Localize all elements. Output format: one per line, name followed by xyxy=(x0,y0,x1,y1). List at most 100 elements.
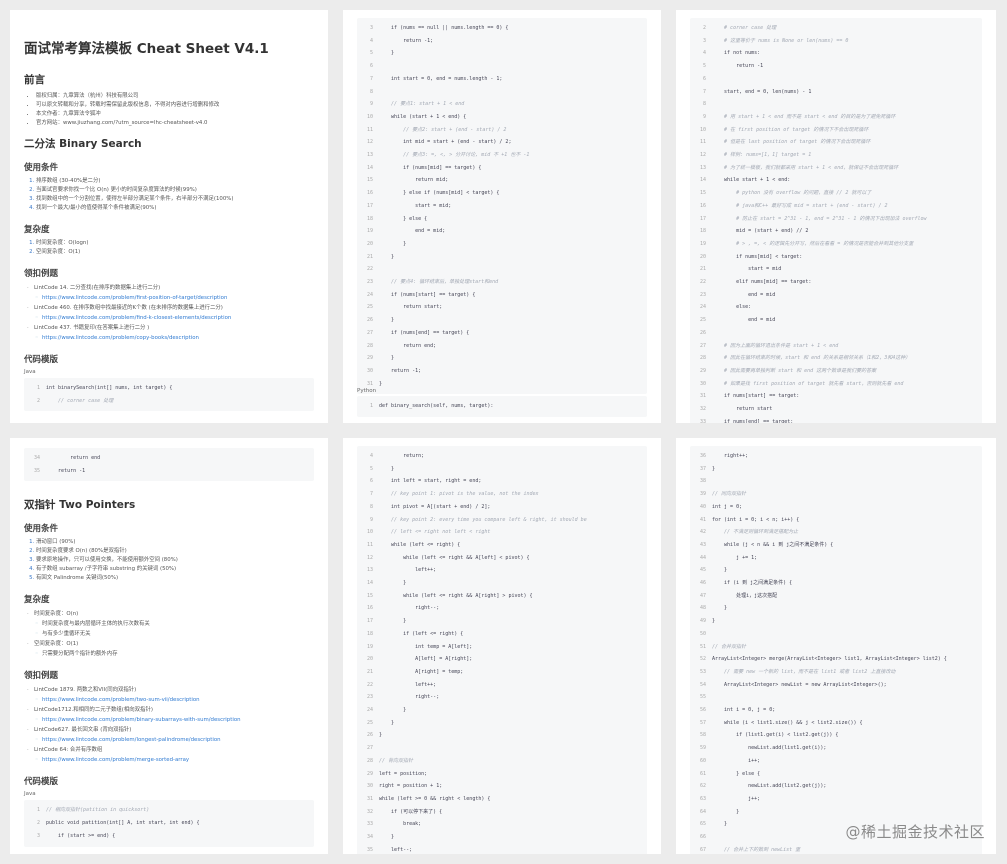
page-6: 36 right++; 37} 38 39// 同向双指针 40 int j = 0; 41… xyxy=(676,438,996,854)
line-number: 22 xyxy=(699,279,706,286)
code-line: 35 left--; xyxy=(357,844,647,854)
code-text: newList.add(list1.get(i)); xyxy=(712,745,827,752)
usage-heading: 使用条件 xyxy=(24,524,59,535)
code-text: j += 1; xyxy=(712,554,758,561)
code-line: 4 return -1; xyxy=(357,35,647,48)
example-link[interactable]: https://www.lintcode.com/problem/binary-… xyxy=(34,715,314,725)
code-line: 54 ArrayList<Integer> newList = new Arra… xyxy=(690,679,982,692)
line-number: 64 xyxy=(699,808,706,815)
code-line: 4 if not nums: xyxy=(690,47,982,60)
code-text: right++; xyxy=(712,453,749,459)
examples-list: LintCode 1879. 两数之和VII(同向双指针) https://ww… xyxy=(24,685,314,765)
example-link[interactable]: https://www.lintcode.com/problem/find-k-… xyxy=(34,313,314,323)
line-number: 27 xyxy=(699,342,706,349)
examples-list: LintCode 14. 二分查找(在排序的数据集上进行二分) https://… xyxy=(24,283,314,343)
line-number: 4 xyxy=(369,453,373,459)
code-line: 36 right++; xyxy=(690,450,982,463)
code-line: 6 int left = start, right = end; xyxy=(357,475,647,488)
code-line: 15 # python 没有 overflow 的问题，直接 // 2 就可以了 xyxy=(690,187,982,200)
line-number: 28 xyxy=(366,342,373,349)
code-text: } else { xyxy=(712,770,761,777)
example-item: LintCode1712.和相同的二元子数组(相向双指针) xyxy=(27,705,314,715)
line-number: 50 xyxy=(699,630,706,637)
code-text: while (i < list1.size() && j < list2.siz… xyxy=(712,719,863,726)
code-line: 17 # 防止在 start = 2^31 - 1, end = 2^31 - … xyxy=(690,213,982,226)
code-line: 34 return end xyxy=(24,452,314,465)
line-number: 30 xyxy=(366,367,373,374)
usage-item: 要求原地操作，只可以使用交换，不能使用额外空间 (80%) xyxy=(36,556,314,565)
line-number: 55 xyxy=(699,694,706,701)
line-number: 52 xyxy=(699,656,706,663)
line-number: 39 xyxy=(699,491,706,498)
code-line: 63 j++; xyxy=(690,793,982,806)
line-number: 34 xyxy=(33,455,40,461)
code-text: if (可以停下来了) { xyxy=(379,808,443,815)
code-text: // left <= right not left < right xyxy=(379,529,491,536)
code-text: right = position + 1; xyxy=(379,783,443,790)
example-link[interactable]: https://www.lintcode.com/problem/longest… xyxy=(34,735,314,745)
line-number: 14 xyxy=(366,580,373,587)
line-number: 21 xyxy=(366,253,373,260)
code-text: while (left <= right) { xyxy=(379,541,461,548)
example-link[interactable]: https://www.lintcode.com/problem/merge-s… xyxy=(34,755,314,765)
preface-website-link[interactable]: 官方网站：www.jiuzhang.com/?utm_source=lhc-ch… xyxy=(36,119,314,128)
code-line: 19 # > , =, < 的逻辑先分开写，然后在看看 = 的情况是否能合并到其… xyxy=(690,238,982,251)
code-text: if (list1.get(i) < list2.get(j)) { xyxy=(712,732,839,739)
line-number: 6 xyxy=(369,63,373,70)
line-number: 32 xyxy=(699,406,706,413)
example-link[interactable]: https://www.lintcode.com/problem/first-p… xyxy=(34,293,314,303)
code-line: 27 # 因为上面的循环退出条件是 start + 1 < end xyxy=(690,340,982,353)
code-line: 20 } xyxy=(357,238,647,251)
code-line: 11 while (left <= right) { xyxy=(357,539,647,552)
code-line: 8 xyxy=(690,98,982,111)
preface-line: 可以原文转载和分享，转载时需保留此版权信息，不得对内容进行增删和修改 xyxy=(36,101,314,110)
preface-line: 本文作者：九章算法令狐冲 xyxy=(36,110,314,119)
line-number: 17 xyxy=(699,215,706,222)
line-number: 1 xyxy=(36,807,40,814)
line-number: 9 xyxy=(702,113,706,120)
page-2: 3 if (nums == null || nums.length == 0) … xyxy=(343,10,661,423)
code-line: 20 if nums[mid] < target: xyxy=(690,251,982,264)
line-number: 13 xyxy=(366,152,373,159)
line-number: 10 xyxy=(699,126,706,133)
example-item: LintCode 460. 在排序数组中找最接近的K个数 (在未排序的数据集上进… xyxy=(27,303,314,313)
examples-heading: 领扣例题 xyxy=(24,269,59,279)
code-line: 41 for (int i = 0; i < n; i++) { xyxy=(690,514,982,527)
code-line: 2 // corner case 处理 xyxy=(24,395,314,408)
code-text: } xyxy=(379,707,407,714)
code-text: } xyxy=(379,355,395,362)
line-number: 2 xyxy=(36,397,40,404)
code-text: return -1; xyxy=(379,367,422,374)
line-number: 16 xyxy=(366,605,373,612)
code-text: # corner case 处理 xyxy=(712,25,777,31)
code-line: 59 newList.add(list1.get(i)); xyxy=(690,742,982,755)
line-number: 7 xyxy=(369,75,373,82)
code-line: 3 if (start >= end) { xyxy=(24,830,314,843)
code-text: int j = 0; xyxy=(712,503,743,510)
code-line: 26 xyxy=(690,327,982,340)
code-text: // 需要 new 一个新的 list，而不是在 list1 或者 list2 … xyxy=(712,668,896,675)
preface-line: 版权归属：九章算法（杭州）科技有限公司 xyxy=(36,92,314,101)
code-line: 15 return mid; xyxy=(357,174,647,187)
code-language: Java xyxy=(24,791,36,798)
code-text: // 要点2: start + (end - start) / 2 xyxy=(379,126,507,133)
code-line: 33 break; xyxy=(357,818,647,831)
line-number: 62 xyxy=(699,783,706,790)
code-line: 1 int binarySearch(int[] nums, int target… xyxy=(24,382,314,395)
code-text: newList.add(list2.get(j)); xyxy=(712,783,827,790)
example-item: LintCode 14. 二分查找(在排序的数据集上进行二分) xyxy=(27,283,314,293)
code-line: 30 right = position + 1; xyxy=(357,780,647,793)
line-number: 36 xyxy=(699,453,706,459)
line-number: 25 xyxy=(366,719,373,726)
line-number: 11 xyxy=(699,139,706,146)
line-number: 8 xyxy=(369,503,373,510)
code-line: 2 # corner case 处理 xyxy=(690,22,982,35)
example-link[interactable]: https://www.lintcode.com/problem/two-sum… xyxy=(34,695,314,705)
code-line: 46 if (i 到 j之间满足条件) { xyxy=(690,577,982,590)
line-number: 12 xyxy=(699,152,706,159)
example-link[interactable]: https://www.lintcode.com/problem/copy-bo… xyxy=(34,333,314,343)
line-number: 30 xyxy=(366,783,373,790)
line-number: 13 xyxy=(699,164,706,171)
